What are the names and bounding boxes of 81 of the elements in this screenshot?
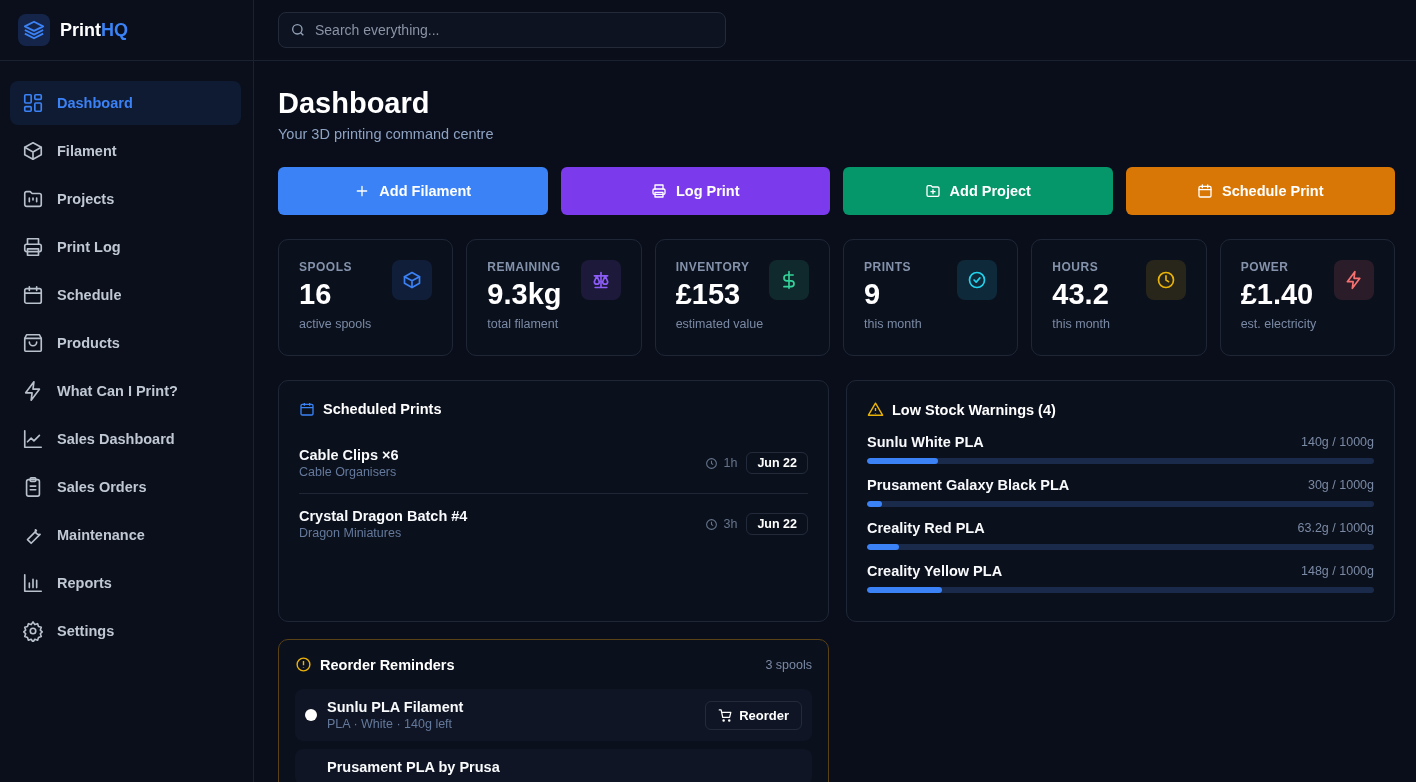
calendar-icon	[1197, 183, 1213, 199]
layers-logo-icon	[18, 14, 50, 46]
clock-icon	[705, 456, 719, 470]
nav-item[interactable]: Filament	[10, 129, 241, 173]
print-name: Cable Clips ×6	[299, 447, 400, 463]
spool-details: PLA · White · 140g left	[327, 717, 454, 731]
nav-item[interactable]: Maintenance	[10, 513, 241, 557]
stat-caption: active spools	[299, 317, 372, 331]
stat-caption: estimated value	[675, 317, 764, 331]
clock-icon	[705, 517, 719, 531]
folder-icon	[22, 188, 44, 210]
stat-value: 16	[299, 278, 333, 311]
card-title: Scheduled Prints	[323, 401, 442, 417]
line-chart-icon	[22, 428, 44, 450]
box-icon	[22, 140, 44, 162]
duration: 3h	[723, 517, 738, 531]
spool-name: Sunlu PLA Filament	[327, 699, 465, 715]
reorder-button[interactable]: Reorder	[705, 700, 802, 730]
nav-item[interactable]: Print Log	[10, 225, 241, 269]
bar-chart-icon	[22, 572, 44, 594]
nav-item[interactable]: Products	[10, 321, 241, 365]
stat-label: INVENTORY	[675, 260, 751, 274]
alert-circle-icon	[295, 656, 312, 673]
stat-label: POWER	[1240, 260, 1290, 274]
page-subtitle: Your 3D printing command centre	[278, 126, 495, 142]
cart-icon	[718, 707, 734, 723]
stat-label: REMAINING	[487, 260, 562, 274]
nav-item[interactable]: Sales Orders	[10, 465, 241, 509]
stat-label: PRINTS	[864, 260, 912, 274]
nav-item[interactable]: Settings	[10, 609, 241, 653]
nav-item[interactable]: Sales Dashboard	[10, 417, 241, 461]
print-name: Crystal Dragon Batch #4	[299, 508, 469, 524]
nav-item[interactable]: What Can I Print?	[10, 369, 241, 413]
calendar-icon	[22, 284, 44, 306]
nav-item[interactable]: Projects	[10, 177, 241, 221]
stat-label: HOURS	[1052, 260, 1100, 274]
stat-value: 9	[864, 278, 882, 311]
card-title: Reorder Reminders	[320, 656, 455, 673]
bag-icon	[22, 332, 44, 354]
stat-caption: this month	[864, 317, 922, 331]
stat-caption: total filament	[487, 317, 560, 331]
printer-icon	[22, 236, 44, 258]
brand-name: PrintHQ	[60, 19, 128, 41]
stat-value: £1.40	[1240, 278, 1315, 311]
project-name: Cable Organisers	[299, 465, 398, 479]
search-icon	[290, 22, 306, 38]
printer-icon	[650, 183, 667, 199]
stat-caption: est. electricity	[1240, 317, 1317, 331]
folder-plus-icon	[924, 183, 941, 199]
date-badge: Jun 22	[746, 452, 808, 474]
page-title: Dashboard	[278, 87, 431, 120]
spool-name: Prusament PLA by Prusa	[327, 759, 501, 775]
stat-caption: this month	[1052, 317, 1110, 331]
filament-name: Prusament Galaxy Black PLA	[867, 477, 1070, 493]
date-badge: Jun 22	[746, 513, 808, 535]
settings-icon	[22, 620, 44, 642]
grid-icon	[22, 92, 44, 114]
project-name: Dragon Miniatures	[299, 526, 403, 540]
nav-item[interactable]: Reports	[10, 561, 241, 605]
stat-value: £153	[675, 278, 742, 311]
stat-value: 43.2	[1052, 278, 1110, 311]
search-field[interactable]: Search everything...	[278, 12, 726, 48]
calendar-icon	[299, 401, 315, 417]
stock-amount: 148g / 1000g	[1301, 564, 1374, 578]
filament-name: Creality Yellow PLA	[867, 563, 1003, 579]
filament-name: Creality Red PLA	[867, 520, 985, 536]
stock-amount: 30g / 1000g	[1307, 478, 1374, 492]
action-button[interactable]: Add Filament	[278, 167, 548, 215]
warning-icon	[867, 401, 884, 418]
filament-name: Sunlu White PLA	[867, 434, 984, 450]
spool-count: 3 spools	[765, 657, 812, 672]
card-title: Low Stock Warnings (4)	[892, 401, 1056, 418]
stock-amount: 63.2g / 1000g	[1297, 521, 1374, 535]
duration: 1h	[723, 456, 738, 470]
stock-amount: 140g / 1000g	[1301, 435, 1374, 449]
action-button[interactable]: Log Print	[560, 167, 830, 215]
action-button[interactable]: Add Project	[843, 167, 1113, 215]
nav-item[interactable]: Dashboard	[10, 81, 241, 125]
stat-value: 9.3kg	[487, 278, 562, 311]
stat-label: SPOOLS	[299, 260, 353, 274]
nav-item[interactable]: Schedule	[10, 273, 241, 317]
